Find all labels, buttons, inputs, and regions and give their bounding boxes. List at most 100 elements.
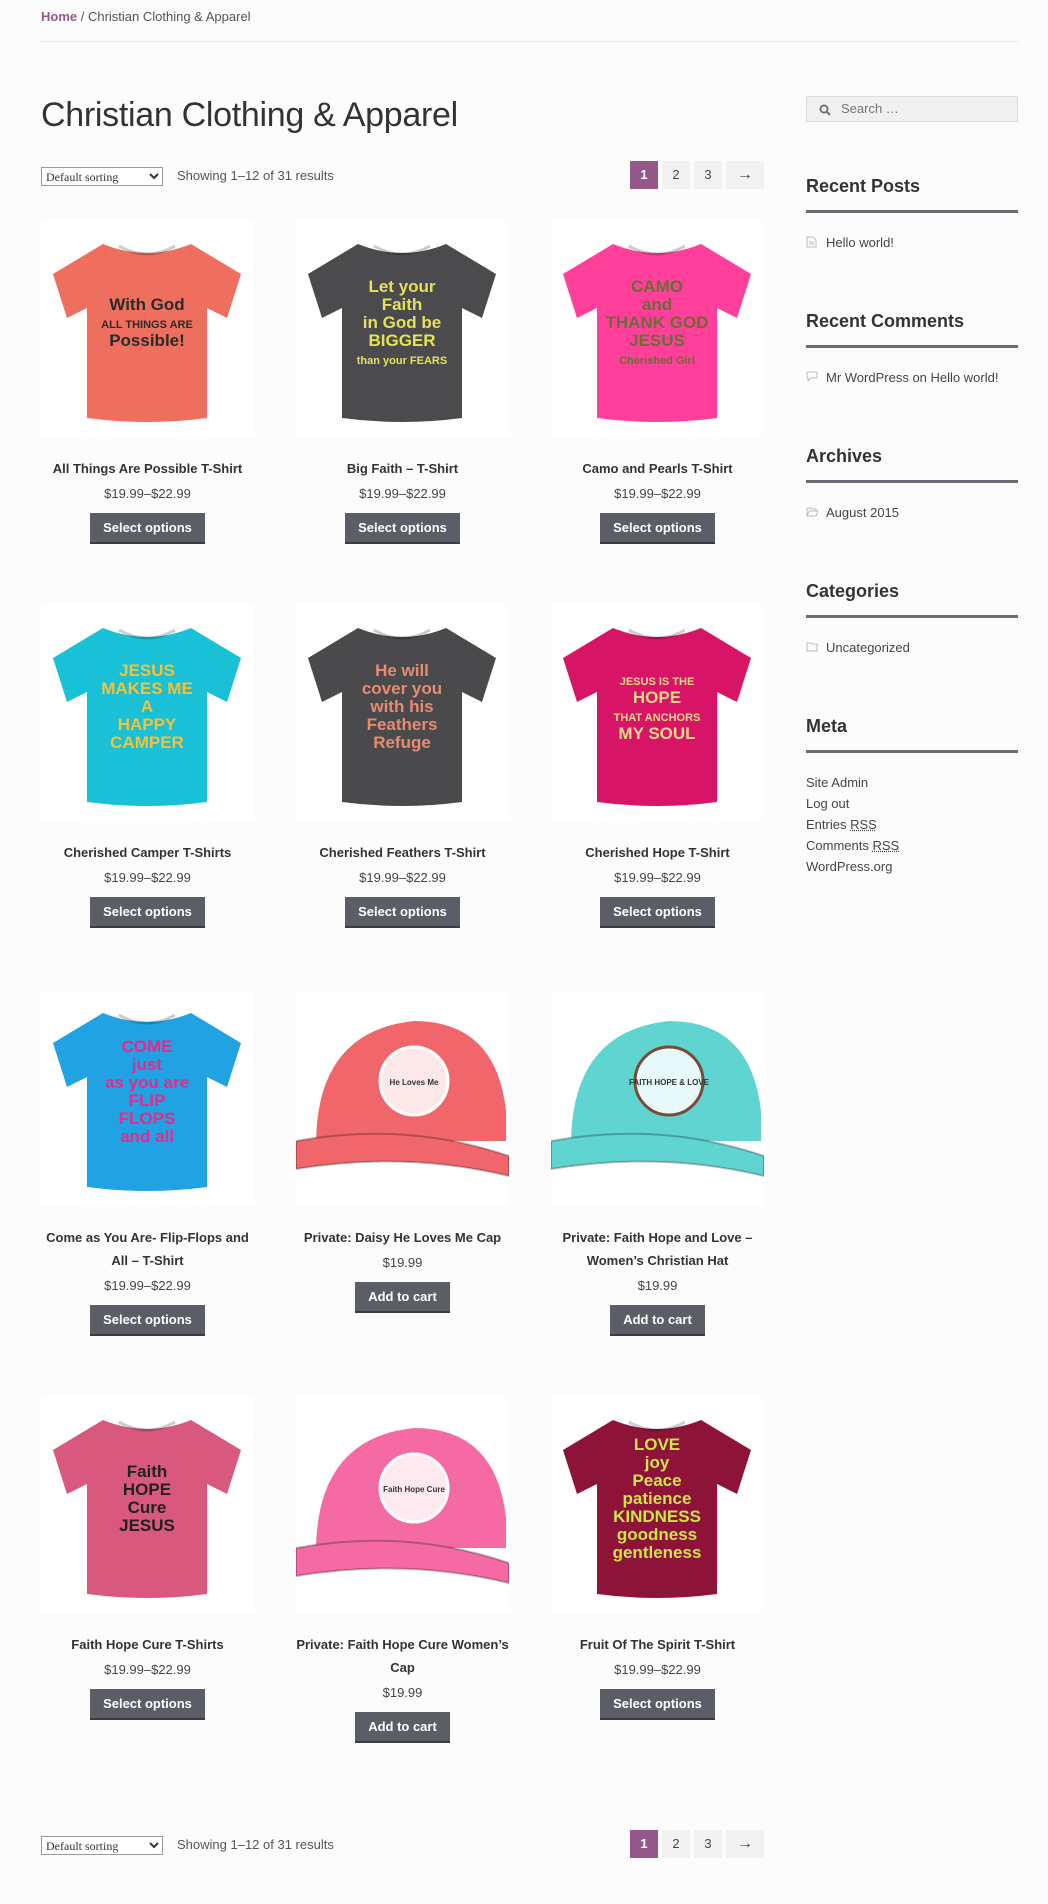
- shirt-print-text: gentleness: [613, 1543, 702, 1562]
- shirt-print-text: Peace: [632, 1471, 681, 1490]
- page-2-button[interactable]: 2: [662, 161, 690, 189]
- wordpress-org-link[interactable]: WordPress.org: [806, 859, 892, 874]
- product-image: JESUSMAKES MEAHAPPYCAMPER: [53, 628, 241, 806]
- add-to-cart-button[interactable]: Add to cart: [610, 1305, 705, 1336]
- product-thumbnail[interactable]: LOVE joy Peace patience KINDNESS goodness gent…: [551, 1398, 764, 1611]
- product-image: JESUS IS THEHOPE THAT ANCHORSMY SOUL: [563, 628, 751, 806]
- product-title[interactable]: Come as You Are- Flip-Flops and All – T-…: [41, 1226, 254, 1272]
- page-1-button[interactable]: 1: [630, 161, 658, 189]
- shirt-print-text: JESUS: [119, 661, 175, 680]
- site-admin-link[interactable]: Site Admin: [806, 775, 868, 790]
- product-thumbnail[interactable]: He Loves Me: [296, 991, 509, 1204]
- shirt-print-text: Cherished Girl: [619, 355, 695, 367]
- breadcrumb: Home / Christian Clothing & Apparel: [41, 9, 251, 24]
- product-title[interactable]: Big Faith – T-Shirt: [296, 457, 509, 480]
- product-title[interactable]: Cherished Hope T-Shirt: [551, 841, 764, 864]
- widget-divider: [806, 615, 1018, 618]
- select-options-button[interactable]: Select options: [90, 1305, 205, 1336]
- result-count-top: Showing 1–12 of 31 results: [177, 168, 334, 183]
- sorting-select-bottom[interactable]: Default sorting: [41, 1836, 163, 1855]
- product-card: He Loves Me Private: Daisy He Loves Me Ca…: [296, 991, 509, 1313]
- entries-rss-link[interactable]: Entries RSS: [806, 817, 877, 832]
- comment-on-text: on: [908, 370, 931, 385]
- page-1-button[interactable]: 1: [630, 1830, 658, 1858]
- product-image: COMEjustas you areFLIPFLOPSand all: [53, 1013, 241, 1191]
- add-to-cart-button[interactable]: Add to cart: [355, 1282, 450, 1313]
- comment-author-link[interactable]: Mr WordPress: [826, 370, 909, 385]
- shirt-print-text: cover you: [362, 679, 442, 698]
- product-title[interactable]: Camo and Pearls T-Shirt: [551, 457, 764, 480]
- page-title: Christian Clothing & Apparel: [41, 96, 458, 134]
- page-2-button[interactable]: 2: [662, 1830, 690, 1858]
- product-thumbnail[interactable]: Faith HOPE Cure JESUS: [41, 1398, 254, 1611]
- product-title[interactable]: Private: Faith Hope Cure Women’s Cap: [296, 1633, 509, 1679]
- shirt-print-text: Faith: [127, 1462, 168, 1481]
- product-price: $19.99: [637, 1278, 678, 1293]
- product-title[interactable]: Private: Daisy He Loves Me Cap: [296, 1226, 509, 1249]
- product-thumbnail[interactable]: Faith Hope Cure: [296, 1398, 509, 1611]
- select-options-button[interactable]: Select options: [345, 513, 460, 544]
- shop-toolbar-top: Default sorting Showing 1–12 of 31 resul…: [41, 161, 764, 191]
- recent-post-link[interactable]: Hello world!: [826, 235, 894, 250]
- pagination-bottom: 1 2 3 →: [630, 1830, 764, 1858]
- archive-link[interactable]: August 2015: [826, 505, 899, 520]
- product-title[interactable]: Cherished Camper T-Shirts: [41, 841, 254, 864]
- shirt-print-text: HAPPY: [118, 715, 177, 734]
- page-3-button[interactable]: 3: [694, 1830, 722, 1858]
- next-page-button[interactable]: →: [726, 161, 764, 189]
- product-title[interactable]: Cherished Feathers T-Shirt: [296, 841, 509, 864]
- shirt-print-text: CAMPER: [110, 733, 184, 752]
- product-title[interactable]: Fruit Of The Spirit T-Shirt: [551, 1633, 764, 1656]
- select-options-button[interactable]: Select options: [600, 513, 715, 544]
- add-to-cart-button[interactable]: Add to cart: [355, 1712, 450, 1743]
- breadcrumb-home-link[interactable]: Home: [41, 9, 77, 24]
- archives-title: Archives: [806, 446, 883, 466]
- meta-entries-rss: Entries RSS: [806, 814, 1018, 835]
- category-link[interactable]: Uncategorized: [826, 640, 910, 655]
- next-page-button[interactable]: →: [726, 1830, 764, 1858]
- product-thumbnail[interactable]: Let your Faith in God be BIGGER than your FE…: [296, 222, 509, 435]
- result-count-bottom: Showing 1–12 of 31 results: [177, 1837, 334, 1852]
- shirt-print-text: with his: [369, 697, 433, 716]
- product-title[interactable]: Faith Hope Cure T-Shirts: [41, 1633, 254, 1656]
- product-title[interactable]: Private: Faith Hope and Love – Women’s C…: [551, 1226, 764, 1272]
- search-form: [806, 96, 1018, 122]
- product-card: Faith Hope Cure Private: Faith Hope Cure …: [296, 1398, 509, 1743]
- sorting-select-top[interactable]: Default sorting: [41, 167, 163, 186]
- comments-rss-link[interactable]: Comments RSS: [806, 838, 899, 853]
- select-options-button[interactable]: Select options: [600, 1689, 715, 1720]
- product-price: $19.99–$22.99: [104, 486, 191, 501]
- product-image: With God ALL THINGS AREPossible!: [53, 244, 241, 422]
- shirt-print-text: in God be: [363, 313, 441, 332]
- category-item: Uncategorized: [806, 637, 1018, 658]
- product-card: CAMO and THANK GOD JESUS Cherished Girl Camo …: [551, 222, 764, 544]
- comment-icon: [806, 371, 818, 382]
- product-thumbnail[interactable]: JESUS MAKES ME A HAPPY CAMPER: [41, 606, 254, 819]
- product-price: $19.99–$22.99: [359, 870, 446, 885]
- search-input[interactable]: [839, 100, 1013, 117]
- product-title[interactable]: All Things Are Possible T-Shirt: [41, 457, 254, 480]
- sidebar: Recent Posts Hello world! Recent Comment…: [806, 96, 1018, 874]
- select-options-button[interactable]: Select options: [90, 1689, 205, 1720]
- log-out-link[interactable]: Log out: [806, 796, 849, 811]
- product-thumbnail[interactable]: CAMO and THANK GOD JESUS Cherished Girl: [551, 222, 764, 435]
- shirt-print-text: He will: [375, 661, 429, 680]
- product-thumbnail[interactable]: COME just as you are FLIP FLOPS and all: [41, 991, 254, 1204]
- product-thumbnail[interactable]: JESUS IS THE HOPE THAT ANCHORS MY SOUL: [551, 606, 764, 819]
- shirt-print-text: Cure: [128, 1498, 167, 1517]
- page-3-button[interactable]: 3: [694, 161, 722, 189]
- product-thumbnail[interactable]: FAITH HOPE & LOVE: [551, 991, 764, 1204]
- product-thumbnail[interactable]: With God ALL THINGS ARE Possible!: [41, 222, 254, 435]
- select-options-button[interactable]: Select options: [90, 513, 205, 544]
- comment-post-link[interactable]: Hello world!: [931, 370, 999, 385]
- select-options-button[interactable]: Select options: [90, 897, 205, 928]
- product-thumbnail[interactable]: He will cover you with his Feathers Refuge: [296, 606, 509, 819]
- shirt-print-text: Let your: [368, 277, 435, 296]
- product-card: JESUS IS THE HOPE THAT ANCHORS MY SOUL Cheri…: [551, 606, 764, 928]
- select-options-button[interactable]: Select options: [345, 897, 460, 928]
- shirt-print-text: and: [642, 295, 672, 314]
- recent-post-item: Hello world!: [806, 232, 1018, 253]
- shirt-print-text: patience: [623, 1489, 692, 1508]
- product-price: $19.99–$22.99: [614, 486, 701, 501]
- select-options-button[interactable]: Select options: [600, 897, 715, 928]
